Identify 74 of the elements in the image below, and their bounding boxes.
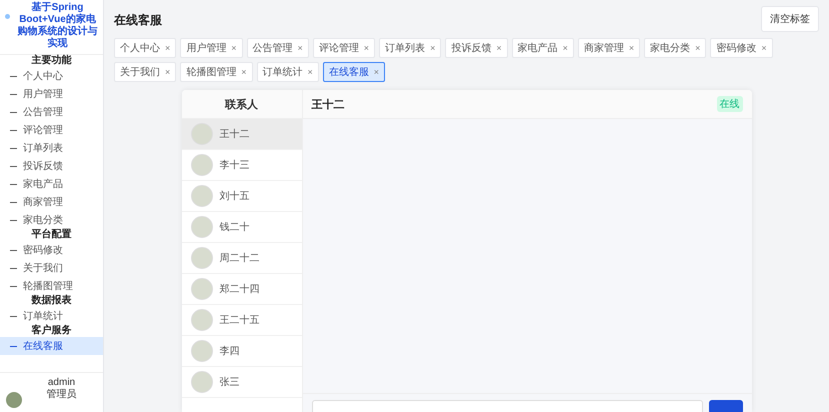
contact-avatar [190,309,212,331]
sidebar-item[interactable]: 订单统计 [0,307,103,325]
sidebar-item[interactable]: 用户管理 [0,85,103,103]
tab[interactable]: 商家管理 × [578,38,640,58]
page-title: 在线客服 [114,12,162,29]
sidebar-item[interactable]: 密码修改 [0,241,103,259]
tab[interactable]: 关于我们 × [114,62,176,82]
tab[interactable]: 公告管理 × [246,38,309,58]
contact-item[interactable]: 周二十二 [182,243,302,274]
user-role: 管理员 [46,389,78,401]
send-button[interactable] [708,400,742,412]
close-icon[interactable]: × [231,43,237,53]
contact-avatar [190,371,212,393]
tab[interactable]: 用户管理 × [180,38,243,58]
contact-item[interactable]: 李四 [182,336,302,367]
close-icon[interactable]: × [761,43,767,53]
contact-item[interactable]: 刘十五 [182,181,302,212]
tab[interactable]: 在线客服 × [322,62,386,82]
close-icon[interactable]: × [165,67,170,77]
contact-item[interactable]: 钱二十 [182,212,302,243]
contact-item[interactable]: 张三 [182,367,302,398]
contacts-header: 联系人 [182,90,302,119]
tab[interactable]: 订单统计 × [256,62,319,82]
chat-contact-name: 王十二 [312,98,344,112]
tab[interactable]: 订单列表 × [379,38,442,58]
contact-avatar [190,185,212,207]
sidebar-item[interactable]: 家电产品 [0,175,103,193]
tab[interactable]: 家电产品 × [512,38,574,58]
tab[interactable]: 密码修改 × [710,38,773,58]
sidebar-item[interactable]: 评论管理 [0,121,103,139]
menu-group-label: 客户服务 [30,325,72,337]
user-name: admin [46,377,76,389]
menu-group-label: 数据报表 [30,295,72,307]
tab[interactable]: 个人中心 × [114,38,176,58]
sidebar-item[interactable]: 轮播图管理 [0,277,103,295]
close-icon[interactable]: × [695,43,700,53]
close-icon[interactable]: × [241,67,247,77]
contact-item[interactable]: 郑二十四 [182,274,302,305]
close-icon[interactable]: × [364,43,370,53]
tab[interactable]: 投诉反馈 × [445,38,508,58]
sidebar-item[interactable]: 关于我们 [0,259,103,277]
close-icon[interactable]: × [298,43,303,53]
sidebar-item[interactable]: 在线客服 [0,337,103,355]
message-input[interactable] [312,400,702,412]
contact-item[interactable]: 李十三 [182,150,302,181]
contact-avatar [190,154,212,176]
tab[interactable]: 评论管理 × [312,38,376,58]
menu-group-label: 平台配置 [30,229,72,241]
close-icon[interactable]: × [165,43,170,53]
sidebar-item[interactable]: 商家管理 [0,193,103,211]
sidebar-item[interactable]: 订单列表 [0,139,103,157]
contact-avatar [190,278,212,300]
contact-avatar [190,247,212,269]
clear-tabs-button[interactable]: 清空标签 [761,6,819,32]
contact-avatar [190,340,212,362]
close-icon[interactable]: × [308,67,313,77]
user-avatar [6,392,22,408]
contact-item[interactable]: 王十二 [182,119,302,150]
status-badge: 在线 [716,96,742,112]
tab[interactable]: 轮播图管理 × [180,62,253,82]
sidebar-item[interactable]: 投诉反馈 [0,157,103,175]
app-title: 基于Spring Boot+Vue的家电购物系统的设计与实现 [0,0,103,54]
tab[interactable]: 家电分类 × [644,38,706,58]
close-icon[interactable]: × [496,43,502,53]
menu-group-label: 主要功能 [30,55,72,67]
contact-item[interactable]: 王二十五 [182,305,302,336]
close-icon[interactable]: × [430,43,436,53]
contact-avatar [190,216,212,238]
sidebar-item[interactable]: 公告管理 [0,103,103,121]
sidebar-item[interactable]: 个人中心 [0,67,103,85]
contact-avatar [190,123,212,145]
close-icon[interactable]: × [562,43,568,53]
close-icon[interactable]: × [628,43,634,53]
sidebar-item[interactable]: 家电分类 [0,211,103,229]
